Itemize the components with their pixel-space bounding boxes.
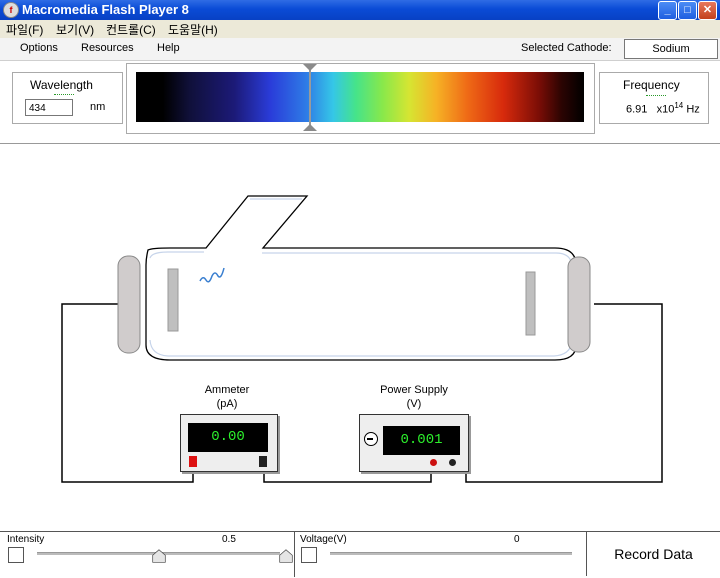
wavelength-unit: nm xyxy=(90,101,106,113)
intensity-value: 0.5 xyxy=(222,534,236,545)
ammeter-title: Ammeter xyxy=(204,384,250,396)
frequency-exponent: 14 xyxy=(674,101,684,110)
menu-control[interactable]: 컨트롤(C) xyxy=(106,21,156,38)
ammeter-display: 0.00 xyxy=(188,423,268,452)
window-title: Macromedia Flash Player 8 xyxy=(22,2,189,17)
voltage-slider-track[interactable] xyxy=(330,552,572,555)
record-data-button[interactable]: Record Data xyxy=(586,532,720,576)
power-supply-title: Power Supply xyxy=(380,384,448,396)
options-menu[interactable]: Options xyxy=(20,42,58,54)
menu-view[interactable]: 보기(V) xyxy=(56,21,94,38)
power-supply-display: 0.001 xyxy=(383,426,460,455)
frequency-value: 6.91 x1014 Hz xyxy=(626,101,700,116)
cathode-selector[interactable]: Sodium xyxy=(624,39,718,59)
frequency-mantissa: 6.91 xyxy=(626,103,648,116)
frequency-underline xyxy=(646,95,666,96)
resources-menu[interactable]: Resources xyxy=(81,42,134,54)
intensity-checkbox[interactable] xyxy=(8,547,24,563)
voltage-label: Voltage(V) xyxy=(300,534,347,545)
ammeter-black-terminal xyxy=(259,456,267,467)
marker-bottom-arrow-icon xyxy=(303,124,317,131)
power-supply-unit: (V) xyxy=(406,398,422,410)
cathode-plate xyxy=(167,268,179,332)
wavelength-marker[interactable] xyxy=(309,66,311,130)
minimize-button[interactable]: _ xyxy=(658,1,677,20)
ammeter-red-terminal xyxy=(189,456,197,467)
left-end-cap xyxy=(117,255,141,354)
close-button[interactable]: ✕ xyxy=(698,1,717,20)
menu-file[interactable]: 파일(F) xyxy=(6,21,43,38)
selected-cathode-label: Selected Cathode: xyxy=(521,42,612,54)
power-dial-icon[interactable] xyxy=(364,432,378,446)
flash-app-icon: f xyxy=(3,2,19,18)
apparatus-diagram xyxy=(61,195,663,483)
voltage-value: 0 xyxy=(514,534,520,545)
frequency-exponent-base: x10 xyxy=(656,103,675,116)
right-end-cap xyxy=(567,256,591,353)
anode-plate xyxy=(525,271,536,336)
help-menu[interactable]: Help xyxy=(157,42,180,54)
wavelength-underline xyxy=(54,94,74,95)
voltage-slider-thumb[interactable] xyxy=(277,549,295,563)
frequency-unit: Hz xyxy=(686,103,700,116)
ammeter-unit: (pA) xyxy=(216,398,238,410)
wavelength-input[interactable]: 434 xyxy=(25,99,73,116)
spectrum-slider[interactable] xyxy=(136,72,584,122)
intensity-label: Intensity xyxy=(7,534,45,545)
maximize-button[interactable]: □ xyxy=(678,1,697,20)
frequency-title: Frequency xyxy=(623,78,680,92)
marker-top-arrow-icon xyxy=(303,64,317,71)
intensity-slider-thumb[interactable] xyxy=(150,549,168,563)
power-red-terminal xyxy=(430,459,437,466)
voltage-checkbox[interactable] xyxy=(301,547,317,563)
menu-help[interactable]: 도움말(H) xyxy=(168,21,218,38)
wavelength-title: Wavelength xyxy=(30,78,93,92)
power-black-terminal xyxy=(449,459,456,466)
